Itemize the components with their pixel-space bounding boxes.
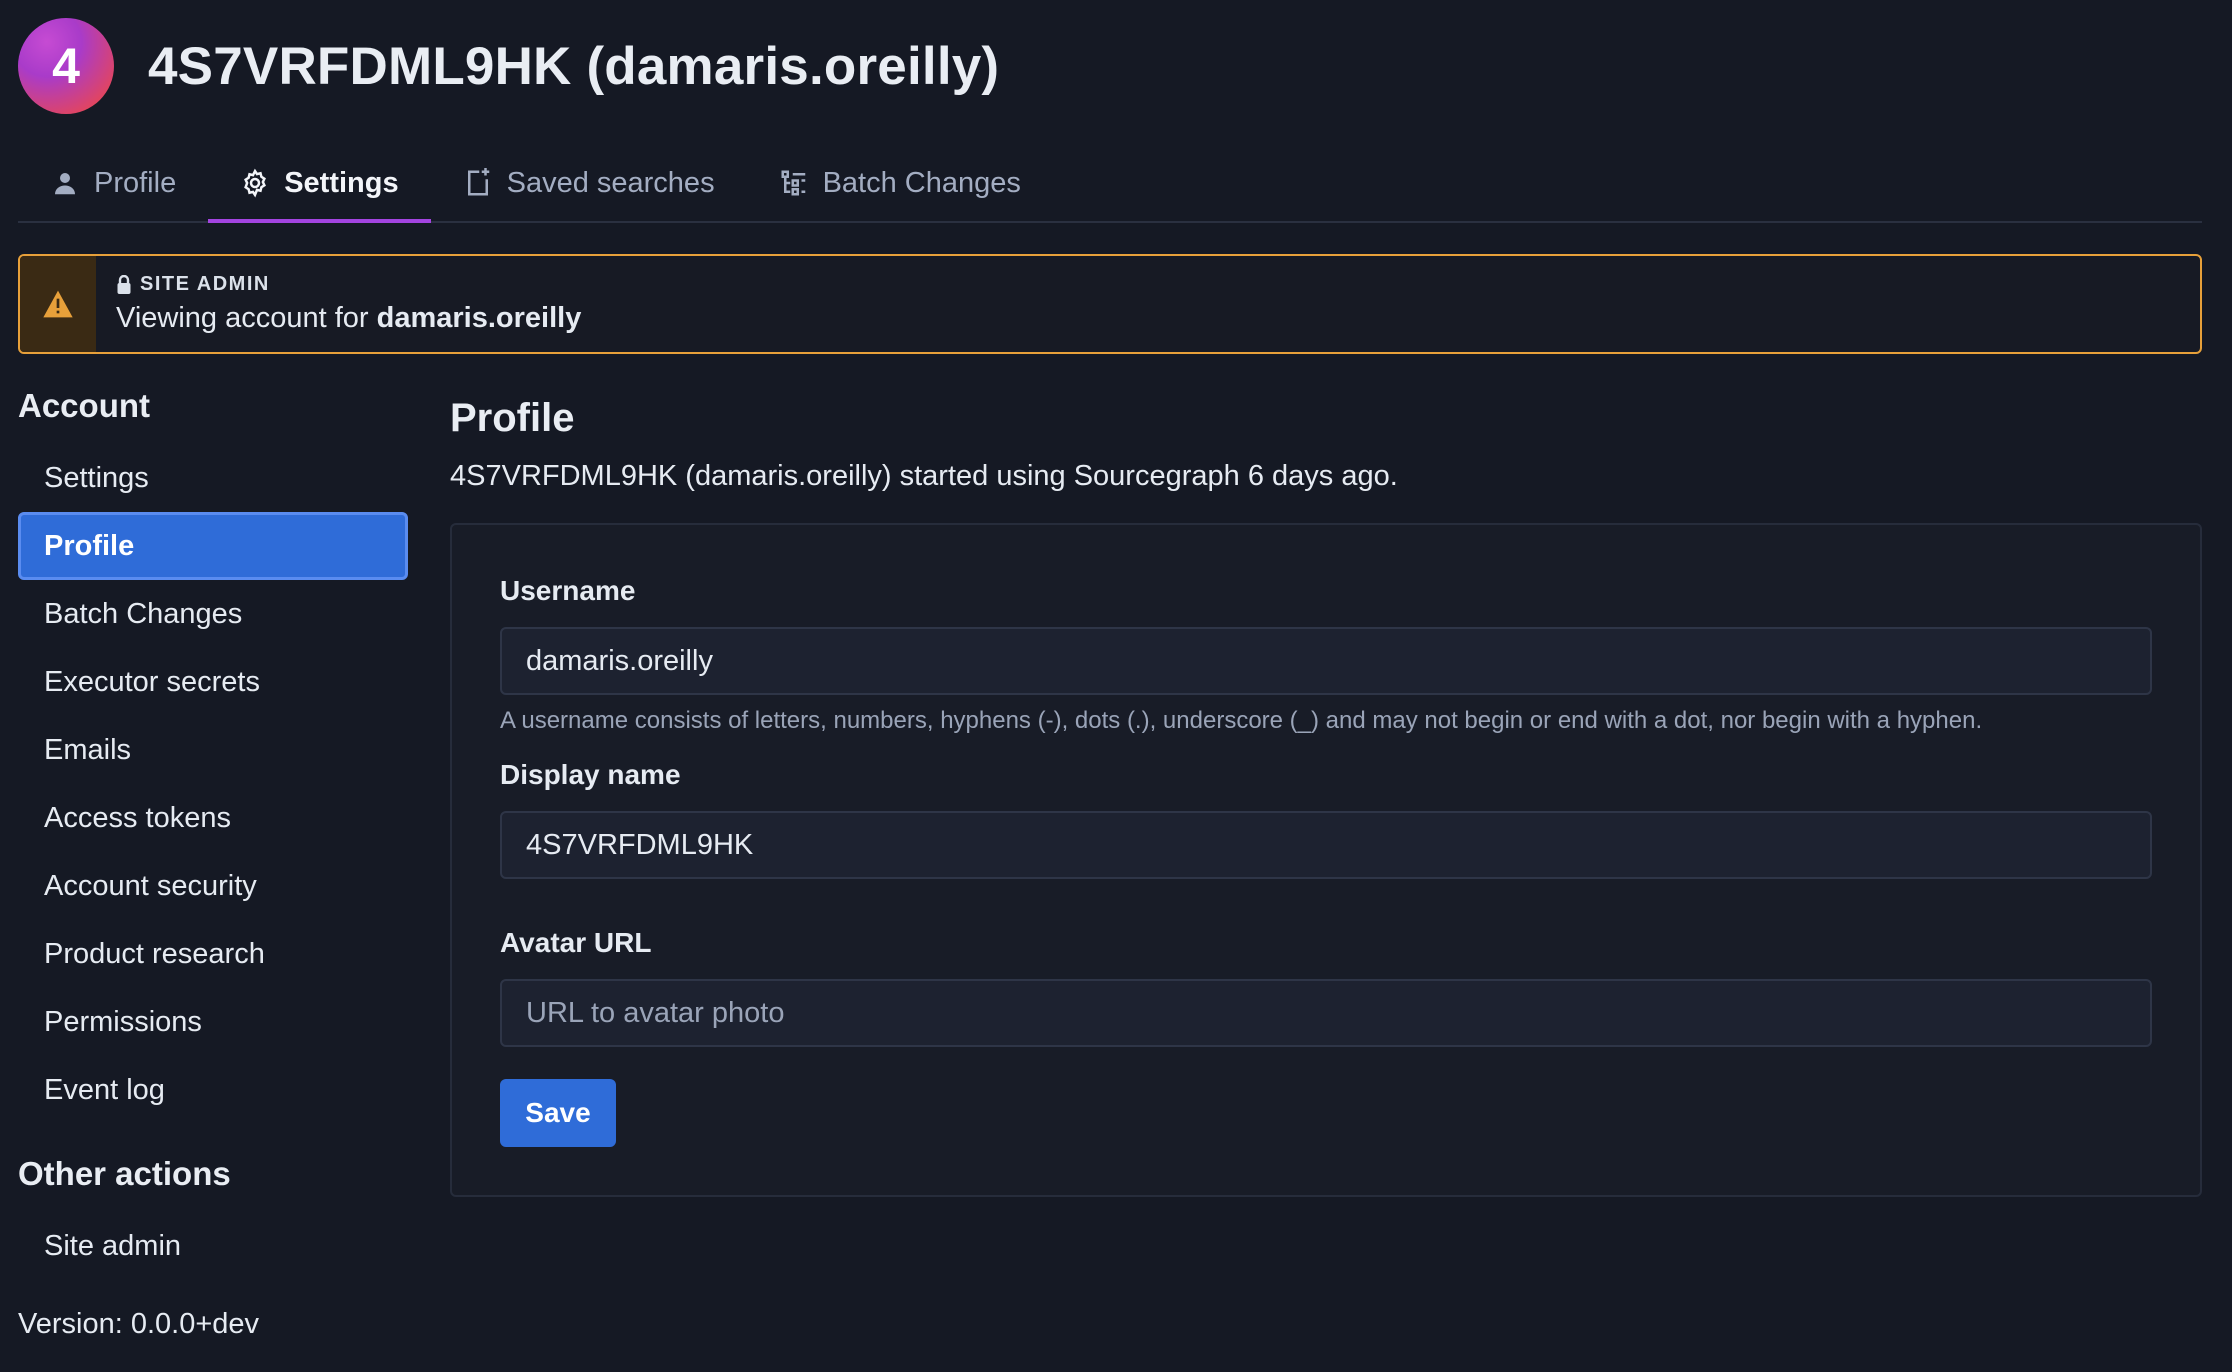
main-subtitle: 4S7VRFDML9HK (damaris.oreilly) started u… xyxy=(450,460,1398,492)
save-button[interactable]: Save xyxy=(500,1079,616,1147)
avatar: 4 xyxy=(18,18,114,114)
sidebar-item-product-research[interactable]: Product research xyxy=(18,920,408,988)
lock-icon xyxy=(117,274,131,294)
tab-label: Settings xyxy=(284,166,399,199)
sidebar: Account Settings Profile Batch Changes E… xyxy=(18,380,408,1280)
sidebar-item-profile[interactable]: Profile xyxy=(18,512,408,580)
avatar-url-label: Avatar URL xyxy=(500,927,652,958)
alert-text: Viewing account for damaris.oreilly xyxy=(116,302,581,335)
site-admin-alert: SITE ADMIN Viewing account for damaris.o… xyxy=(18,254,2202,354)
saved-search-icon xyxy=(463,168,493,198)
user-nav-tabs: Profile Settings Saved searches Batch Ch… xyxy=(18,145,2202,223)
user-icon xyxy=(50,168,80,198)
sidebar-item-settings[interactable]: Settings xyxy=(18,444,408,512)
sidebar-item-access-tokens[interactable]: Access tokens xyxy=(18,784,408,852)
tab-batch-changes[interactable]: Batch Changes xyxy=(747,145,1053,221)
sidebar-item-site-admin[interactable]: Site admin xyxy=(18,1212,408,1280)
sidebar-item-permissions[interactable]: Permissions xyxy=(18,988,408,1056)
tab-settings[interactable]: Settings xyxy=(208,145,432,223)
display-name-label: Display name xyxy=(500,759,681,790)
sidebar-heading-other-actions: Other actions xyxy=(18,1155,231,1192)
alert-kicker-text: SITE ADMIN xyxy=(140,273,270,295)
username-help: A username consists of letters, numbers,… xyxy=(500,707,1983,734)
page-title: 4S7VRFDML9HK (damaris.oreilly) xyxy=(148,36,1000,96)
tab-saved-searches[interactable]: Saved searches xyxy=(431,145,747,221)
profile-form: Username damaris.oreilly A username cons… xyxy=(450,523,2202,1197)
tab-label: Batch Changes xyxy=(822,166,1021,199)
username-label: Username xyxy=(500,575,636,606)
sidebar-item-event-log[interactable]: Event log xyxy=(18,1056,408,1124)
tab-profile[interactable]: Profile xyxy=(18,145,208,221)
avatar-url-input[interactable]: URL to avatar photo xyxy=(500,979,2152,1047)
sidebar-item-account-security[interactable]: Account security xyxy=(18,852,408,920)
sidebar-heading-account: Account xyxy=(18,387,150,424)
gear-icon xyxy=(240,168,270,198)
alert-username: damaris.oreilly xyxy=(376,302,582,334)
display-name-input[interactable]: 4S7VRFDML9HK xyxy=(500,811,2152,879)
batch-changes-icon xyxy=(779,168,809,198)
alert-text-prefix: Viewing account for xyxy=(116,302,377,334)
main-title: Profile xyxy=(450,396,575,440)
version-text: Version: 0.0.0+dev xyxy=(18,1308,260,1340)
tab-label: Saved searches xyxy=(506,166,715,199)
username-input[interactable]: damaris.oreilly xyxy=(500,627,2152,695)
warning-icon xyxy=(20,256,96,352)
alert-kicker: SITE ADMIN xyxy=(116,273,581,296)
sidebar-item-batch-changes[interactable]: Batch Changes xyxy=(18,580,408,648)
tab-label: Profile xyxy=(94,166,177,199)
user-header: 4 4S7VRFDML9HK (damaris.oreilly) xyxy=(18,18,999,114)
profile-main: Profile 4S7VRFDML9HK (damaris.oreilly) s… xyxy=(450,380,2202,1197)
sidebar-item-executor-secrets[interactable]: Executor secrets xyxy=(18,648,408,716)
sidebar-item-emails[interactable]: Emails xyxy=(18,716,408,784)
